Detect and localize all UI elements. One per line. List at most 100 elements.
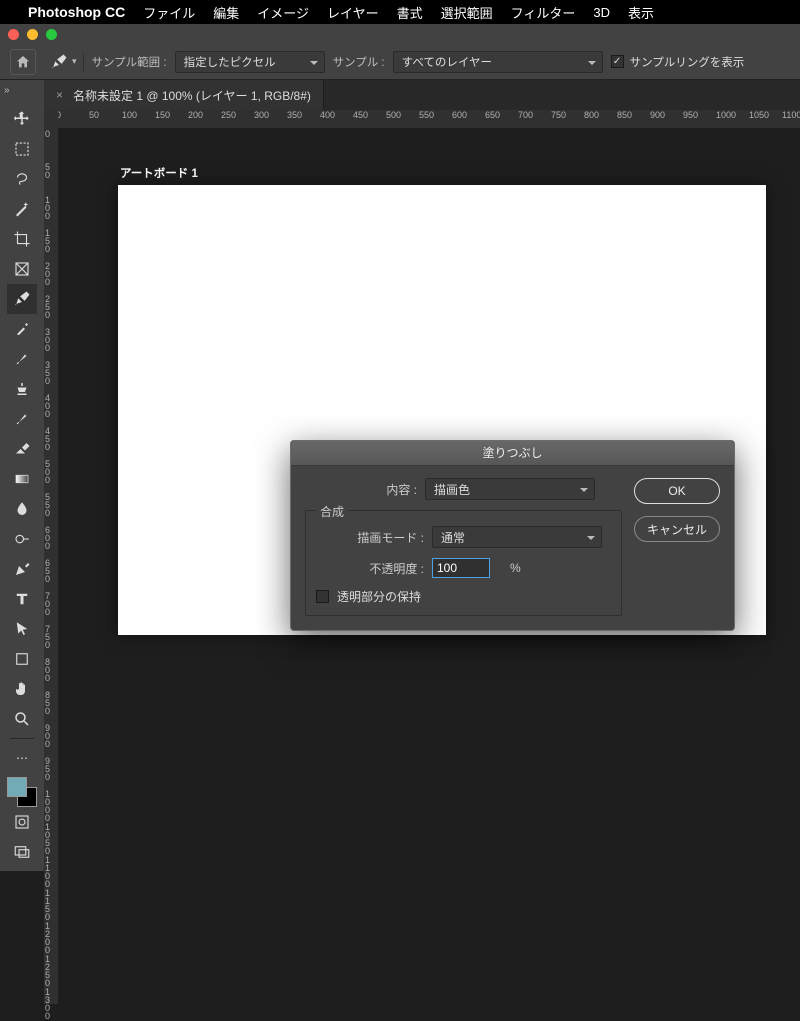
home-button[interactable]	[10, 49, 36, 75]
panel-expand-handle[interactable]: »	[0, 80, 44, 100]
foreground-color-swatch[interactable]	[7, 777, 27, 797]
ruler-tick: 2 0 0	[45, 262, 50, 286]
mode-dropdown[interactable]: 通常	[432, 526, 602, 548]
ruler-tick: 700	[518, 110, 533, 120]
clone-stamp-tool[interactable]	[7, 374, 37, 404]
ruler-tick: 900	[650, 110, 665, 120]
ruler-tick: 4 5 0	[45, 427, 50, 451]
ruler-tick: 1 0 5 0	[45, 823, 50, 855]
ruler-tick: 1 1 0 0	[45, 856, 50, 888]
screen-mode-button[interactable]	[7, 837, 37, 867]
history-brush-tool[interactable]	[7, 404, 37, 434]
ruler-tick: 800	[584, 110, 599, 120]
ruler-tick: 9 5 0	[45, 757, 50, 781]
sample-range-value: 指定したピクセル	[184, 54, 276, 70]
ruler-tick: 2 5 0	[45, 295, 50, 319]
mac-menubar: Photoshop CC ファイル 編集 イメージ レイヤー 書式 選択範囲 フ…	[0, 0, 800, 24]
compose-fieldset: 合成 描画モード : 通常 不透明度 : %	[305, 510, 622, 616]
percent-label: %	[510, 561, 521, 575]
fill-dialog: 塗りつぶし 内容 : 描画色 合成 描画モード : 通常	[290, 440, 735, 631]
ruler-tick: 6 5 0	[45, 559, 50, 583]
lasso-tool[interactable]	[7, 164, 37, 194]
cancel-button[interactable]: キャンセル	[634, 516, 720, 542]
ruler-tick: 1 2 0 0	[45, 922, 50, 954]
magic-wand-tool[interactable]	[7, 194, 37, 224]
type-tool[interactable]	[7, 584, 37, 614]
shape-tool[interactable]	[7, 644, 37, 674]
menu-select[interactable]: 選択範囲	[441, 3, 493, 22]
sample-range-dropdown[interactable]: 指定したピクセル	[175, 51, 325, 73]
sample-dropdown[interactable]: すべてのレイヤー	[393, 51, 603, 73]
ruler-tick: 650	[485, 110, 500, 120]
menu-3d[interactable]: 3D	[593, 5, 610, 20]
menu-file[interactable]: ファイル	[143, 3, 195, 22]
gradient-tool[interactable]	[7, 464, 37, 494]
window-chrome	[0, 24, 800, 44]
eyedropper-tool[interactable]	[7, 284, 37, 314]
ruler-tick: 100	[122, 110, 137, 120]
crop-tool[interactable]	[7, 224, 37, 254]
marquee-tool[interactable]	[7, 134, 37, 164]
ruler-tick: 1 2 5 0	[45, 955, 50, 987]
frame-tool[interactable]	[7, 254, 37, 284]
ruler-tick: 5 5 0	[45, 493, 50, 517]
ruler-tick: 1 3 0 0	[45, 988, 50, 1020]
menu-view[interactable]: 表示	[628, 3, 654, 22]
menu-edit[interactable]: 編集	[213, 3, 239, 22]
compose-legend: 合成	[316, 505, 348, 519]
path-selection-tool[interactable]	[7, 614, 37, 644]
healing-brush-tool[interactable]	[7, 314, 37, 344]
sample-label: サンプル :	[333, 54, 385, 70]
eraser-tool[interactable]	[7, 434, 37, 464]
brush-tool[interactable]	[7, 344, 37, 374]
opacity-label: 不透明度 :	[316, 560, 424, 577]
ruler-tick: 350	[287, 110, 302, 120]
ruler-top[interactable]: 0501001502002503003504004505005506006507…	[58, 110, 800, 128]
ruler-tick: 450	[353, 110, 368, 120]
opacity-input[interactable]	[432, 558, 490, 578]
tool-panel: ⋯	[0, 100, 44, 871]
menu-type[interactable]: 書式	[397, 3, 423, 22]
mode-value: 通常	[441, 529, 465, 546]
document-tab[interactable]: × 名称未設定 1 @ 100% (レイヤー 1, RGB/8#)	[44, 80, 324, 110]
hand-tool[interactable]	[7, 674, 37, 704]
content-dropdown[interactable]: 描画色	[425, 478, 595, 500]
quick-mask-button[interactable]	[7, 807, 37, 837]
dodge-tool[interactable]	[7, 524, 37, 554]
app-name[interactable]: Photoshop CC	[28, 4, 125, 20]
sample-ring-checkbox[interactable]	[611, 55, 624, 68]
preserve-transparency-checkbox[interactable]	[316, 590, 329, 603]
ruler-tick: 1 1 5 0	[45, 889, 50, 921]
preserve-transparency-label: 透明部分の保持	[337, 588, 421, 605]
color-swatches[interactable]	[7, 777, 37, 807]
ruler-left[interactable]: 05 01 0 01 5 02 0 02 5 03 0 03 5 04 0 04…	[44, 110, 58, 1004]
pen-tool[interactable]	[7, 554, 37, 584]
zoom-window-button[interactable]	[46, 29, 57, 40]
blur-tool[interactable]	[7, 494, 37, 524]
menu-image[interactable]: イメージ	[257, 3, 309, 22]
dialog-title: 塗りつぶし	[291, 441, 734, 466]
ruler-tick: 1000	[716, 110, 736, 120]
tool-preset[interactable]: ▾	[44, 53, 84, 71]
ruler-tick: 850	[617, 110, 632, 120]
menu-layer[interactable]: レイヤー	[327, 3, 379, 22]
menu-filter[interactable]: フィルター	[511, 3, 576, 22]
edit-toolbar-button[interactable]: ⋯	[7, 743, 37, 773]
minimize-window-button[interactable]	[27, 29, 38, 40]
ruler-tick: 3 5 0	[45, 361, 50, 385]
ruler-tick: 300	[254, 110, 269, 120]
ruler-tick: 7 5 0	[45, 625, 50, 649]
close-window-button[interactable]	[8, 29, 19, 40]
close-tab-icon[interactable]: ×	[56, 88, 63, 102]
move-tool[interactable]	[7, 104, 37, 134]
artboard-label[interactable]: アートボード 1	[120, 165, 198, 181]
ruler-tick: 550	[419, 110, 434, 120]
ruler-tick: 0	[58, 110, 61, 120]
ok-button[interactable]: OK	[634, 478, 720, 504]
ruler-tick: 8 5 0	[45, 691, 50, 715]
ruler-tick: 5 0	[45, 163, 50, 179]
ruler-tick: 7 0 0	[45, 592, 50, 616]
ruler-tick: 500	[386, 110, 401, 120]
zoom-tool[interactable]	[7, 704, 37, 734]
ruler-tick: 3 0 0	[45, 328, 50, 352]
